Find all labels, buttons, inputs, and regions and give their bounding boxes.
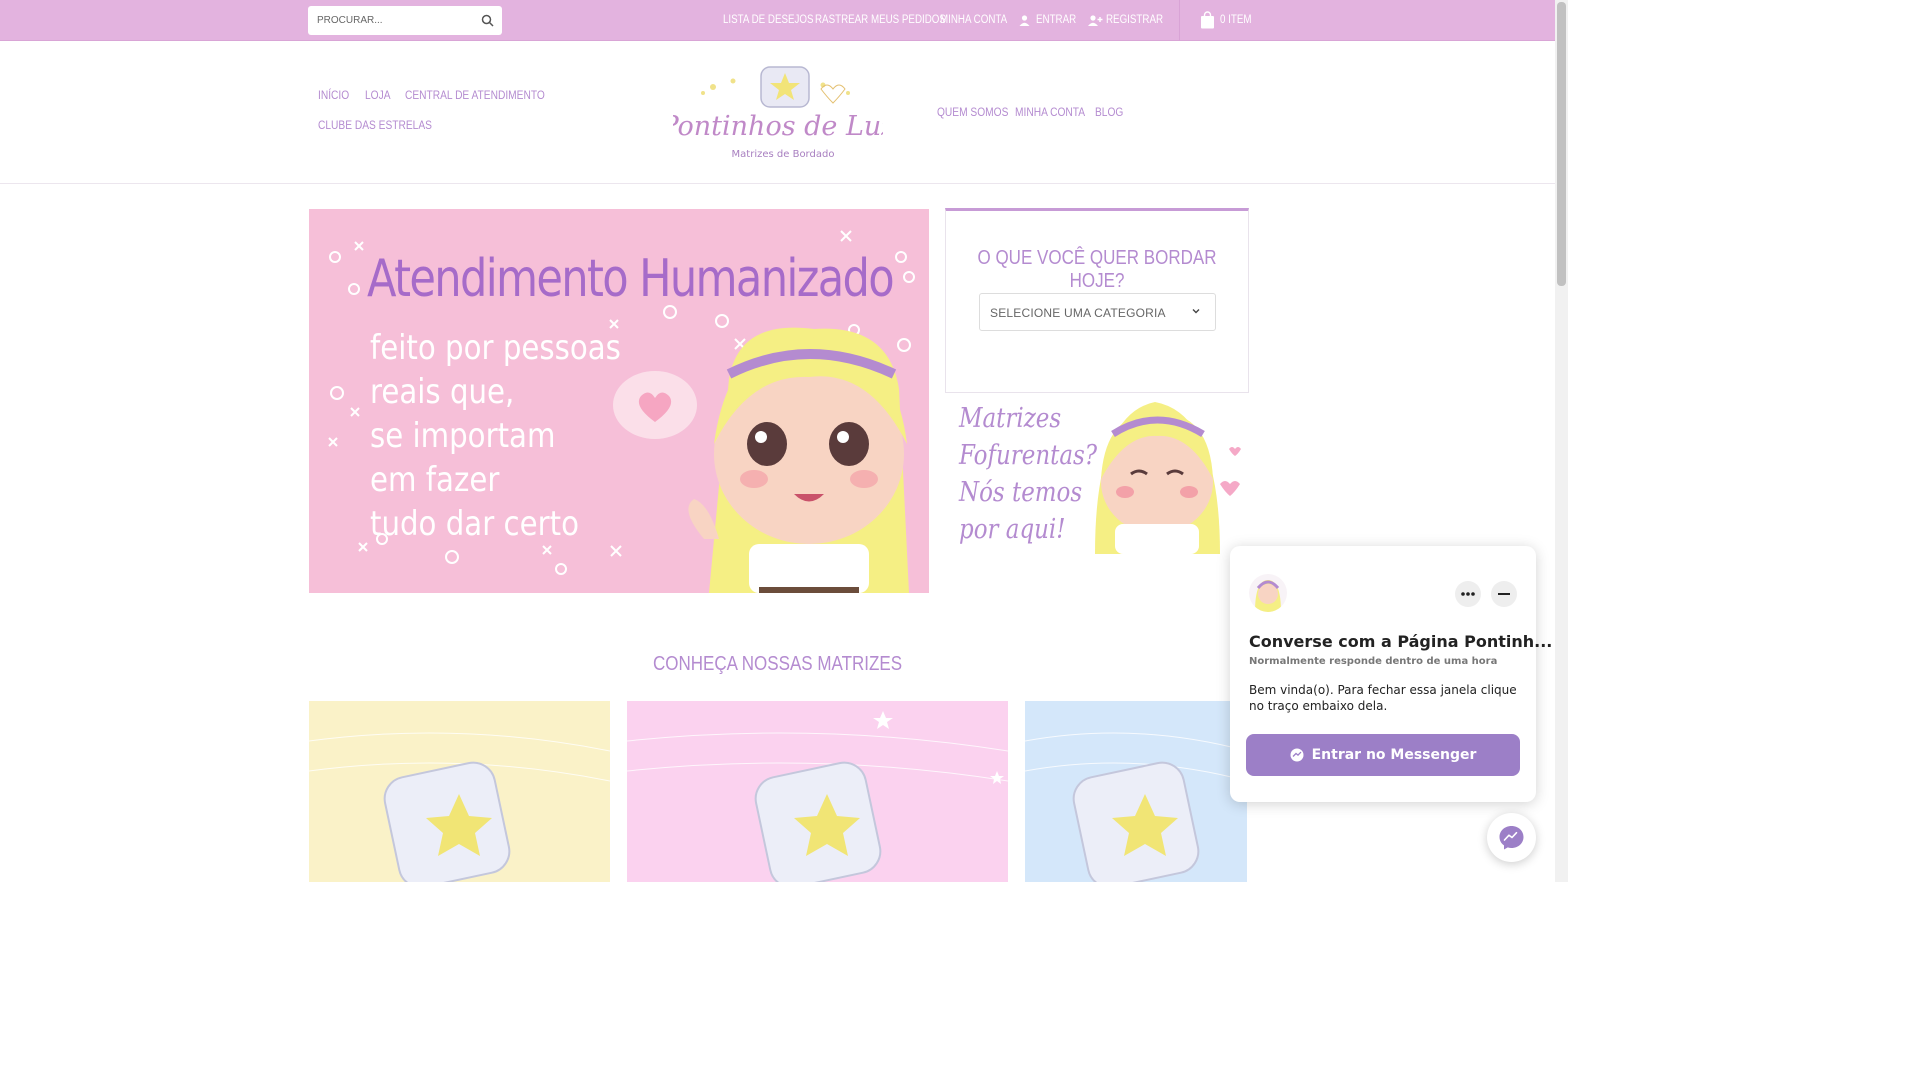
enter-messenger-label: Entrar no Messenger <box>1311 747 1477 763</box>
nav-item-blog[interactable]: BLOG <box>1095 105 1123 119</box>
hero-banner[interactable]: Atendimento Humanizado feito por pessoas… <box>309 209 929 593</box>
search-box <box>308 6 502 35</box>
product-card[interactable] <box>1025 701 1247 882</box>
embroidery-hoop-image <box>1025 732 1247 882</box>
messenger-chat-panel: Converse com a Página Pontinh... Normalm… <box>1230 546 1552 802</box>
site-header: INÍCIO LOJA CENTRAL DE ATENDIMENTO CLUBE… <box>0 41 1555 184</box>
site-logo[interactable]: Pontinhos de Luz Matrizes de Bordado <box>659 63 896 163</box>
banner-line: feito por pessoas <box>370 328 621 368</box>
embroidery-hoop-image <box>627 711 1008 882</box>
banner-line: reais que, <box>370 372 515 412</box>
scrollbar-thumb[interactable] <box>1557 2 1566 286</box>
user-icon <box>1019 15 1030 26</box>
login-link[interactable]: ENTRAR <box>1036 14 1076 26</box>
product-card[interactable] <box>309 701 610 882</box>
banner-text: feito por pessoas reais que, se importam… <box>370 326 621 546</box>
promo-line: Fofurentas? <box>959 440 1098 471</box>
promo-line: por aqui! <box>959 514 1066 545</box>
register-link[interactable]: REGISTRAR <box>1106 14 1163 26</box>
messenger-launcher[interactable] <box>1487 813 1536 862</box>
divider <box>1179 0 1180 41</box>
chat-message: Bem vinda(o). Para fechar essa janela cl… <box>1249 683 1517 713</box>
product-card[interactable] <box>627 701 1008 882</box>
messenger-icon <box>1499 826 1524 850</box>
section-title-text: CONHEÇA NOSSAS MATRIZES <box>652 653 903 675</box>
embroidery-hoop-image <box>309 732 610 882</box>
top-bar: LISTA DE DESEJOS RASTREAR MEUS PEDIDOS M… <box>0 0 1555 41</box>
logo-text: Pontinhos de Luz <box>673 111 883 142</box>
nav-item-account[interactable]: MINHA CONTA <box>1015 105 1085 119</box>
logo-tagline: Matrizes de Bordado <box>732 149 835 160</box>
promo-line: Matrizes <box>959 403 1062 434</box>
category-widget: O QUE VOCÊ QUER BORDAR HOJE? SELECIONE U… <box>945 208 1249 393</box>
page-avatar <box>1249 574 1287 612</box>
messenger-icon <box>1290 748 1304 762</box>
chevron-down-icon <box>1192 309 1200 314</box>
chat-title: Converse com a Página Pontinh... <box>1249 632 1553 651</box>
widget-title: O QUE VOCÊ QUER BORDAR HOJE? <box>977 247 1217 292</box>
promo-text: Matrizes Fofurentas? Nós temos por aqui! <box>959 400 1097 548</box>
category-select-value: SELECIONE UMA CATEGORIA <box>990 306 1166 320</box>
nav-item-about[interactable]: QUEM SOMOS <box>937 105 1008 119</box>
wishlist-link[interactable]: LISTA DE DESEJOS <box>723 14 814 26</box>
shopping-bag-icon[interactable] <box>1200 11 1215 29</box>
nav-item-support[interactable]: CENTRAL DE ATENDIMENTO <box>405 88 545 102</box>
banner-line: tudo dar certo <box>370 504 579 544</box>
my-account-link[interactable]: MINHA CONTA <box>940 14 1007 26</box>
nav-item-star-club[interactable]: CLUBE DAS ESTRELAS <box>318 118 432 132</box>
more-options-icon[interactable] <box>1455 581 1481 607</box>
nav-item-shop[interactable]: LOJA <box>365 88 391 102</box>
track-orders-link[interactable]: RASTREAR MEUS PEDIDOS <box>815 14 946 26</box>
promo-line: Nós temos <box>959 477 1083 508</box>
cart-count[interactable]: 0 ITEM <box>1220 14 1252 26</box>
user-plus-icon <box>1088 15 1103 26</box>
search-input[interactable] <box>308 6 468 35</box>
search-icon[interactable] <box>481 14 494 27</box>
category-select[interactable]: SELECIONE UMA CATEGORIA <box>979 293 1216 331</box>
minimize-icon[interactable] <box>1491 581 1517 607</box>
banner-title: Atendimento Humanizado <box>367 249 895 309</box>
nav-item-home[interactable]: INÍCIO <box>318 88 349 102</box>
enter-messenger-button[interactable]: Entrar no Messenger <box>1246 734 1520 776</box>
promo-banner[interactable]: Matrizes Fofurentas? Nós temos por aqui! <box>945 394 1249 554</box>
banner-line: em fazer <box>370 460 500 500</box>
chat-subtitle: Normalmente responde dentro de uma hora <box>1249 656 1498 667</box>
banner-line: se importam <box>370 416 556 456</box>
